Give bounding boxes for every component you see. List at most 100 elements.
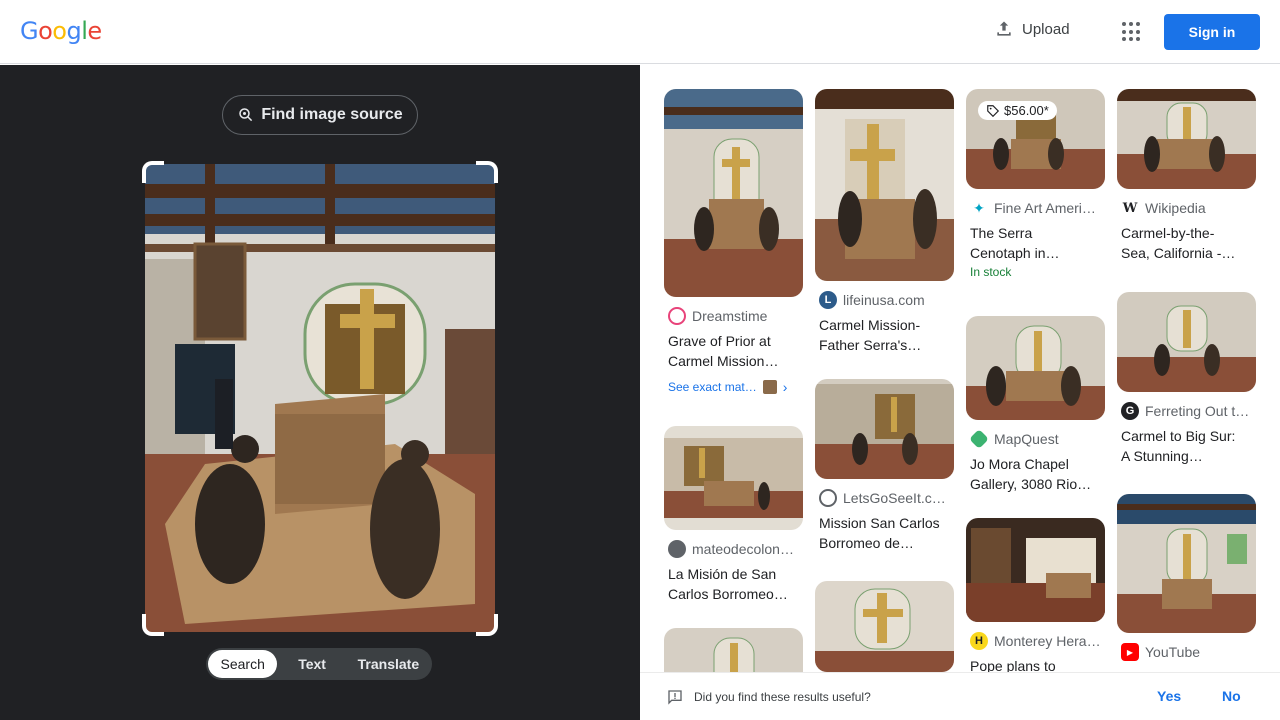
result-source[interactable]: ✦ Fine Art Ameri…	[966, 199, 1106, 217]
result-source-name: mateodecolon…	[692, 541, 794, 557]
result-title[interactable]: Carmel Mission- Father Serra's…	[815, 315, 955, 355]
result-card[interactable]: W Wikipedia Carmel-by-the- Sea, Californ…	[1117, 89, 1257, 263]
tab-translate[interactable]: Translate	[347, 650, 430, 678]
result-title-line: Pope plans to	[970, 658, 1056, 672]
result-thumbnail[interactable]	[815, 379, 954, 479]
logo-letter: G	[20, 17, 39, 45]
result-title[interactable]: Jo Mora Chapel Gallery, 3080 Rio…	[966, 454, 1106, 494]
result-title[interactable]: Pope plans to	[966, 656, 1106, 672]
crop-handle-bottom-right[interactable]	[476, 614, 498, 636]
chevron-right-icon: ›	[782, 379, 788, 395]
feedback-bar: Did you find these results useful? Yes N…	[640, 672, 1280, 720]
tab-search[interactable]: Search	[208, 650, 278, 678]
logo-letter: g	[66, 17, 82, 45]
result-card[interactable]: $56.00* ✦ Fine Art Ameri… The Serra Ceno…	[966, 89, 1106, 279]
find-image-source-button[interactable]: Find image source	[222, 95, 418, 135]
result-source[interactable]: L lifeinusa.com	[815, 291, 955, 309]
result-thumbnail[interactable]	[815, 581, 954, 672]
result-title-line: A Stunning…	[1121, 448, 1203, 464]
tab-text[interactable]: Text	[277, 650, 346, 678]
result-title[interactable]: Carmel to Big Sur: A Stunning…	[1117, 426, 1257, 466]
crop-handle-top-left[interactable]	[142, 161, 164, 183]
logo-letter: e	[87, 17, 102, 45]
result-thumbnail[interactable]	[664, 628, 803, 672]
feedback-yes-button[interactable]: Yes	[1157, 688, 1181, 704]
youtube-icon: ▶	[1121, 643, 1139, 661]
result-title[interactable]: Grave of Prior at Carmel Mission…	[664, 331, 804, 371]
result-source[interactable]: H Monterey Hera…	[966, 632, 1106, 650]
result-title-line: Carmel-by-the-	[1121, 225, 1215, 241]
result-source[interactable]: G Ferreting Out t…	[1117, 402, 1257, 420]
result-card[interactable]: MapQuest Jo Mora Chapel Gallery, 3080 Ri…	[966, 316, 1106, 494]
logo-letter: o	[52, 17, 67, 45]
result-source-name: LetsGoSeeIt.c…	[843, 490, 946, 506]
result-thumbnail[interactable]	[1117, 89, 1256, 189]
apps-grid-icon[interactable]	[1122, 22, 1142, 42]
result-thumbnail[interactable]	[1117, 292, 1256, 392]
result-title-line: Borromeo de…	[819, 535, 914, 551]
result-thumbnail[interactable]	[1117, 494, 1256, 633]
result-title[interactable]: La Misión de San Carlos Borromeo…	[664, 564, 804, 604]
result-title-line: La Misión de San	[668, 566, 777, 582]
monterey-herald-icon: H	[970, 632, 988, 650]
result-title-line: The Serra	[970, 225, 1033, 241]
upload-icon	[997, 21, 1011, 36]
feedback-no-button[interactable]: No	[1222, 688, 1241, 704]
result-title-line: Sea, California -…	[1121, 245, 1236, 261]
feedback-icon	[668, 690, 682, 705]
google-logo[interactable]: Google	[20, 17, 102, 45]
result-title[interactable]: Carmel-by-the- Sea, California -…	[1117, 223, 1257, 263]
result-card[interactable]: L lifeinusa.com Carmel Mission- Father S…	[815, 89, 955, 355]
result-source[interactable]: LetsGoSeeIt.c…	[815, 489, 955, 507]
result-title[interactable]: Mission San Carlos Borromeo de…	[815, 513, 955, 553]
mateodecolon-icon	[668, 540, 686, 558]
result-source-name: Dreamstime	[692, 308, 768, 324]
price-badge: $56.00*	[978, 101, 1057, 120]
upload-button[interactable]: Upload	[994, 19, 1070, 39]
lens-search-icon	[239, 108, 253, 122]
result-card[interactable]: LetsGoSeeIt.c… Mission San Carlos Borrom…	[815, 379, 955, 553]
result-source[interactable]: Dreamstime	[664, 307, 804, 325]
dreamstime-icon	[668, 307, 686, 325]
visual-matches-grid: Dreamstime Grave of Prior at Carmel Miss…	[640, 65, 1280, 672]
result-card[interactable]	[815, 581, 955, 672]
fine-art-america-icon: ✦	[970, 199, 988, 217]
top-bar: Google Upload Sign in	[0, 0, 1280, 64]
result-source-name: Fine Art Ameri…	[994, 200, 1096, 216]
result-card[interactable]: mateodecolon… La Misión de San Carlos Bo…	[664, 426, 804, 604]
upload-label: Upload	[1022, 20, 1070, 38]
result-source[interactable]: mateodecolon…	[664, 540, 804, 558]
result-thumbnail[interactable]: $56.00*	[966, 89, 1105, 189]
result-card[interactable]: Dreamstime Grave of Prior at Carmel Miss…	[664, 89, 804, 395]
result-card[interactable]: G Ferreting Out t… Carmel to Big Sur: A …	[1117, 292, 1257, 466]
crop-handle-top-right[interactable]	[476, 161, 498, 183]
result-source[interactable]: ▶ YouTube	[1117, 643, 1257, 661]
crop-handle-bottom-left[interactable]	[142, 614, 164, 636]
result-source[interactable]: W Wikipedia	[1117, 199, 1257, 217]
see-exact-matches-link[interactable]: See exact mat… ›	[664, 379, 804, 395]
result-card[interactable]: ▶ YouTube	[1117, 494, 1257, 661]
result-source-name: YouTube	[1145, 644, 1201, 660]
result-thumbnail[interactable]	[815, 89, 954, 281]
result-thumbnail[interactable]	[664, 89, 803, 297]
result-card[interactable]: H Monterey Hera… Pope plans to	[966, 518, 1106, 672]
result-thumbnail[interactable]	[966, 316, 1105, 420]
result-title-line: Carmel Mission-	[819, 317, 921, 333]
mode-switcher: Search Text Translate	[206, 648, 432, 680]
exact-match-thumbnail-icon	[762, 380, 777, 394]
result-title[interactable]: The Serra Cenotaph in…	[966, 223, 1106, 263]
wikipedia-icon: W	[1121, 199, 1139, 217]
result-source[interactable]: MapQuest	[966, 430, 1106, 448]
sign-in-button[interactable]: Sign in	[1164, 14, 1260, 50]
result-card[interactable]	[664, 628, 804, 672]
result-source-name: lifeinusa.com	[843, 292, 925, 308]
result-title-line: Cenotaph in…	[970, 245, 1060, 261]
result-thumbnail[interactable]	[664, 426, 803, 530]
result-thumbnail[interactable]	[966, 518, 1105, 622]
result-source-name: Ferreting Out t…	[1145, 403, 1250, 419]
result-title-line: Gallery, 3080 Rio…	[970, 476, 1092, 492]
result-title-line: Mission San Carlos	[819, 515, 940, 531]
result-title-line: Carlos Borromeo…	[668, 586, 788, 602]
find-image-source-label: Find image source	[261, 106, 403, 123]
query-image	[145, 164, 495, 632]
